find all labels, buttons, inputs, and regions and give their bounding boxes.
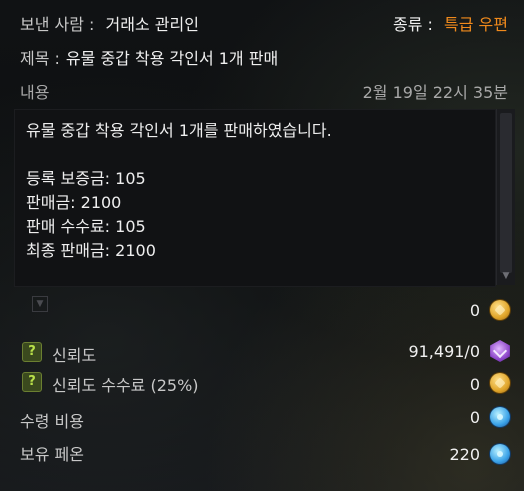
sender-value: 거래소 관리인 xyxy=(105,15,199,34)
message-line: 등록 보증금: 105 xyxy=(26,169,146,188)
subject-value: 유물 중갑 착용 각인서 1개 판매 xyxy=(65,49,279,68)
mail-timestamp: 2월 19일 22시 35분 xyxy=(362,83,508,102)
subject-label: 제목 : xyxy=(20,49,60,68)
sender-row: 보낸 사람 : 거래소 관리인 종류 : 특급 우편 xyxy=(20,8,508,38)
gold-amount: 0 xyxy=(469,301,480,320)
trust-value: 91,491/0 xyxy=(408,342,480,361)
trust-badge-icon xyxy=(490,340,510,362)
help-icon[interactable]: ? xyxy=(22,372,42,392)
trust-label: 신뢰도 xyxy=(52,346,97,365)
receive-cost-value: 0 xyxy=(469,408,480,427)
help-icon[interactable]: ? xyxy=(22,342,42,362)
scrollbar-thumb[interactable] xyxy=(500,113,512,273)
content-label: 내용 xyxy=(20,83,50,102)
owned-pheon-label: 보유 페온 xyxy=(20,445,84,464)
trust-fee-label: 신뢰도 수수료 (25%) xyxy=(52,376,199,395)
message-line xyxy=(26,143,332,167)
chevron-down-icon: ▼ xyxy=(32,296,48,312)
mail-detail-panel: 보낸 사람 : 거래소 관리인 종류 : 특급 우편 제목 : 유물 중갑 착용… xyxy=(0,0,524,491)
gold-coin-icon xyxy=(490,373,510,393)
mail-type-value: 특급 우편 xyxy=(444,15,508,34)
message-scrollbar[interactable]: ▼ xyxy=(496,109,515,285)
mail-type-label: 종류 : xyxy=(393,15,433,34)
message-line: 판매 수수료: 105 xyxy=(26,217,146,236)
message-line: 유물 중갑 착용 각인서 1개를 판매하였습니다. xyxy=(26,121,332,140)
scroll-down-icon[interactable]: ▼ xyxy=(500,271,512,281)
message-body-text: 유물 중갑 착용 각인서 1개를 판매하였습니다. 등록 보증금: 105 판매… xyxy=(26,119,332,263)
message-line: 최종 판매금: 2100 xyxy=(26,241,156,260)
pheon-crystal-icon xyxy=(490,444,510,464)
trust-fee-value: 0 xyxy=(469,375,480,394)
receive-cost-label: 수령 비용 xyxy=(20,412,84,431)
subject-row: 제목 : 유물 중갑 착용 각인서 1개 판매 xyxy=(20,42,508,72)
content-header-row: 내용 2월 19일 22시 35분 xyxy=(20,76,508,106)
message-line: 판매금: 2100 xyxy=(26,193,122,212)
sender-label: 보낸 사람 : xyxy=(20,15,95,34)
gold-coin-icon xyxy=(490,300,510,320)
owned-pheon-value: 220 xyxy=(449,445,480,464)
pheon-crystal-icon xyxy=(490,407,510,427)
